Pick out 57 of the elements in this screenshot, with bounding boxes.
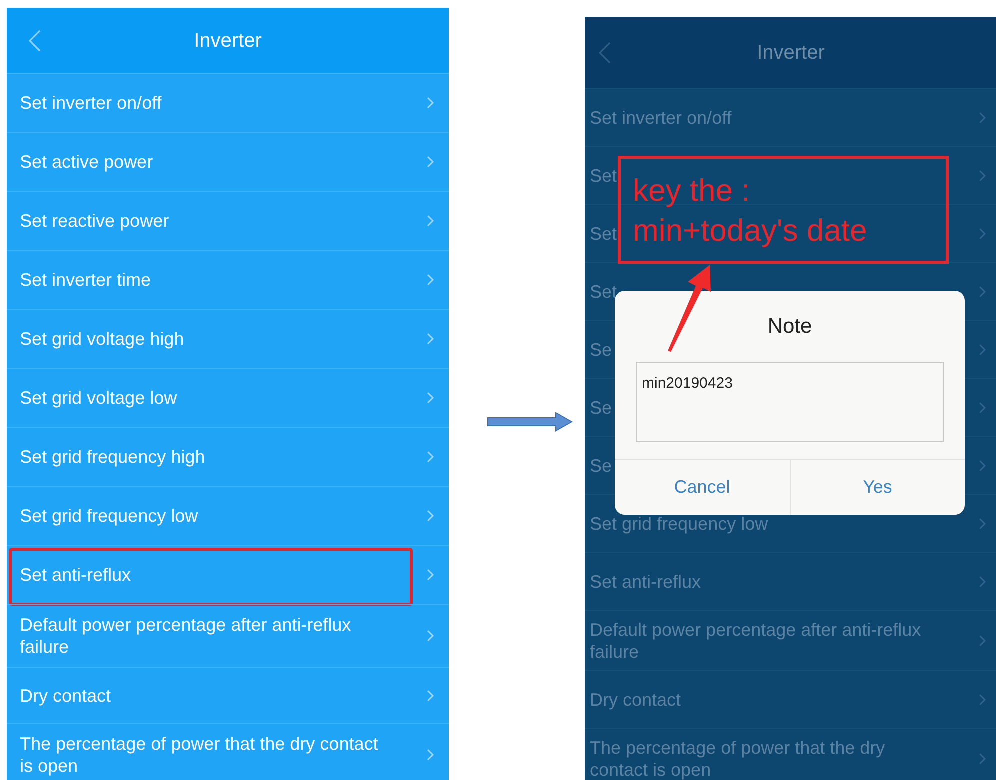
list-item[interactable]: Set inverter on/off (20, 92, 162, 114)
chevron-icon (979, 694, 987, 706)
list-item[interactable]: Set grid voltage high (20, 328, 184, 350)
chevron-icon (427, 451, 435, 463)
list-item[interactable]: Dry contact (590, 688, 682, 710)
chevron-icon (427, 569, 435, 581)
list-item[interactable]: Set anti-reflux (20, 564, 132, 586)
list-item[interactable]: Se (590, 396, 612, 418)
chevron-icon (979, 228, 987, 240)
chevron-icon (979, 402, 987, 414)
chevron-icon (979, 460, 987, 472)
list-item[interactable]: Set reactive power (20, 210, 170, 232)
dialog-title: Note (768, 314, 812, 340)
chevron-icon (427, 215, 435, 227)
note-input-field[interactable]: min20190423 (636, 362, 944, 442)
chevron-icon (427, 690, 435, 702)
list-item[interactable]: Set (590, 222, 618, 244)
chevron-icon (979, 112, 987, 124)
list-item[interactable]: Se (590, 454, 612, 476)
dialog-button[interactable]: Yes (790, 460, 965, 515)
chevron-icon (979, 752, 987, 764)
list-item[interactable]: Default power percentage after anti-reflux failure (20, 614, 390, 658)
list-item[interactable]: Set inverter time (20, 269, 152, 291)
chevron-icon (427, 333, 435, 345)
chevron-icon (427, 749, 435, 761)
annotation-text: min+today's date (633, 212, 868, 250)
list-item[interactable]: Set inverter on/off (590, 106, 732, 128)
chevron-icon (979, 170, 987, 182)
chevron-icon (979, 286, 987, 298)
chevron-icon (979, 576, 987, 588)
chevron-icon (979, 518, 987, 530)
list-item[interactable]: Set grid frequency low (20, 505, 198, 527)
dialog-button[interactable]: Cancel (615, 460, 790, 515)
list-item[interactable]: Set grid voltage low (20, 387, 178, 409)
list-item[interactable]: Set grid frequency high (20, 446, 206, 468)
list-item[interactable]: Set active power (20, 151, 154, 173)
list-item[interactable]: Dry contact (20, 684, 112, 706)
screen-title: Inverter (194, 28, 262, 54)
chevron-icon (979, 344, 987, 356)
chevron-icon (427, 392, 435, 404)
chevron-icon (427, 156, 435, 168)
list-item[interactable]: Set anti-reflux (590, 570, 702, 592)
annotation-text: key the : (633, 172, 752, 210)
chevron-icon (979, 634, 987, 646)
list-item[interactable]: Set (590, 164, 618, 186)
chevron-icon (427, 274, 435, 286)
back-icon[interactable] (599, 42, 611, 64)
list-item[interactable]: Se (590, 338, 612, 360)
list-item[interactable]: Set grid frequency low (590, 512, 768, 534)
screen-title: Inverter (757, 40, 825, 66)
list-item[interactable]: Default power percentage after anti-reflux failure (590, 618, 935, 662)
list-item[interactable]: The percentage of power that the dry contact is open (590, 736, 935, 780)
list-item[interactable]: The percentage of power that the dry contact is open (20, 733, 390, 777)
chevron-icon (427, 510, 435, 522)
chevron-icon (427, 630, 435, 642)
chevron-icon (427, 97, 435, 109)
list-item[interactable]: Set (590, 280, 618, 302)
